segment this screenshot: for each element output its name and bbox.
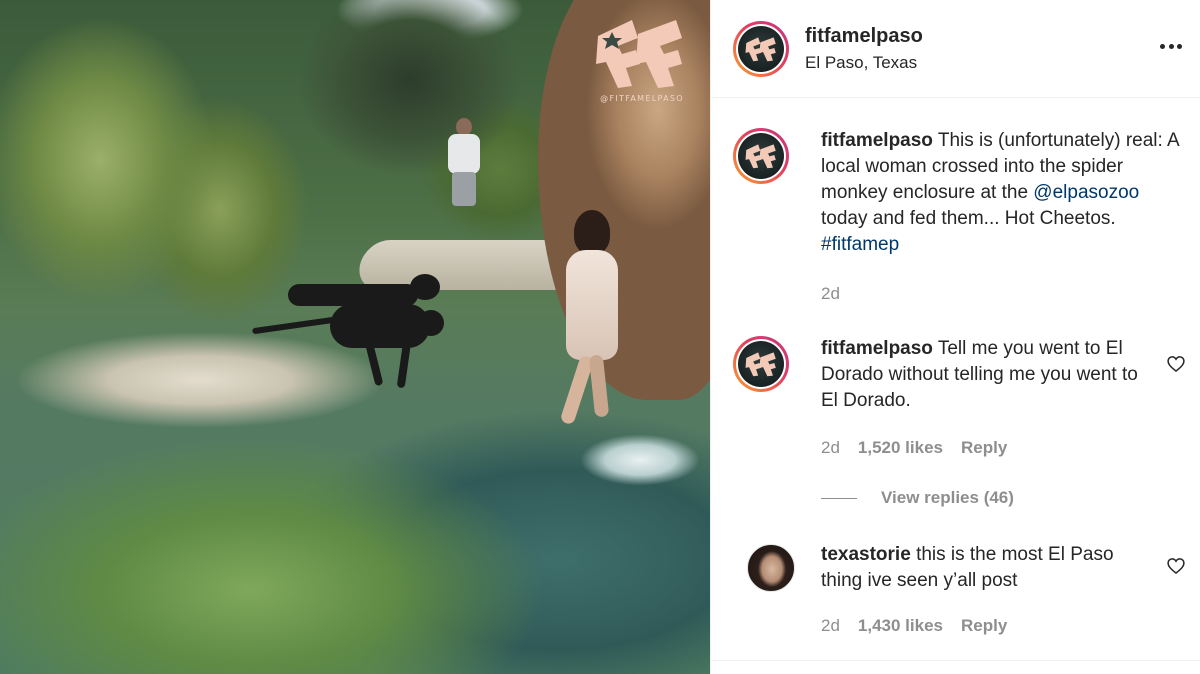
spider-monkey [288,284,418,306]
heart-icon[interactable] [1166,354,1186,374]
caption-avatar[interactable] [733,128,789,184]
comment-meta: 2d 1,430 likes Reply [821,616,1007,636]
comment-text: texastorie this is the most El Paso thin… [821,542,1146,594]
replies-divider [821,497,857,499]
reply-button[interactable]: Reply [961,438,1007,458]
ff-logo-icon [745,36,776,61]
view-replies-button[interactable]: View replies (46) [821,488,1014,508]
ff-logo-icon [745,352,776,377]
spider-monkey [330,304,430,348]
caption-time[interactable]: 2d [821,284,840,304]
header-location[interactable]: El Paso, Texas [805,51,923,75]
post-sidebar: fitfamelpaso El Paso, Texas fitfamelpaso… [710,0,1200,674]
view-replies-label[interactable]: View replies (46) [881,488,1014,508]
comment-username[interactable]: fitfamelpaso [821,338,933,359]
watermark-handle: @FITFAMELPASO [600,94,684,103]
comment-avatar[interactable] [733,336,789,392]
spider-monkey-head [418,310,444,336]
header-username[interactable]: fitfamelpaso [805,23,923,49]
caption-username[interactable]: fitfamelpaso [821,130,933,151]
comment-username[interactable]: texastorie [821,544,911,565]
heart-icon[interactable] [1166,556,1186,576]
comment-time[interactable]: 2d [821,616,840,636]
caption-text-2: today and fed them... Hot Cheetos. [821,208,1116,229]
hashtag-link[interactable]: #fitfamep [821,234,899,255]
watermark-logo: @FITFAMELPASO [592,16,692,112]
ff-logo-icon [596,20,682,88]
zoo-mention-link[interactable]: @elpasozoo [1033,182,1139,203]
trees [300,0,580,250]
caption-meta: 2d [821,284,840,304]
post-header: fitfamelpaso El Paso, Texas [711,0,1200,98]
comment-likes[interactable]: 1,520 likes [858,438,943,458]
ff-logo-icon [745,144,776,169]
comment-time[interactable]: 2d [821,438,840,458]
comment-avatar[interactable] [747,544,795,592]
divider [711,660,1200,661]
comment-likes[interactable]: 1,430 likes [858,616,943,636]
post-video[interactable]: @FITFAMELPASO [0,0,710,674]
instagram-post: @FITFAMELPASO fitfamelpaso El Paso, Texa… [0,0,1200,674]
more-options-icon[interactable] [1156,36,1186,56]
reply-button[interactable]: Reply [961,616,1007,636]
spider-monkey-head [410,274,440,300]
woman-in-water [556,210,628,426]
profile-avatar[interactable] [733,20,789,77]
background-person [446,118,482,208]
caption-text: fitfamelpaso This is (unfortunately) rea… [821,128,1186,258]
comment-text: fitfamelpaso Tell me you went to El Dora… [821,336,1146,414]
water-splash [560,420,710,500]
comment-meta: 2d 1,520 likes Reply [821,438,1007,458]
